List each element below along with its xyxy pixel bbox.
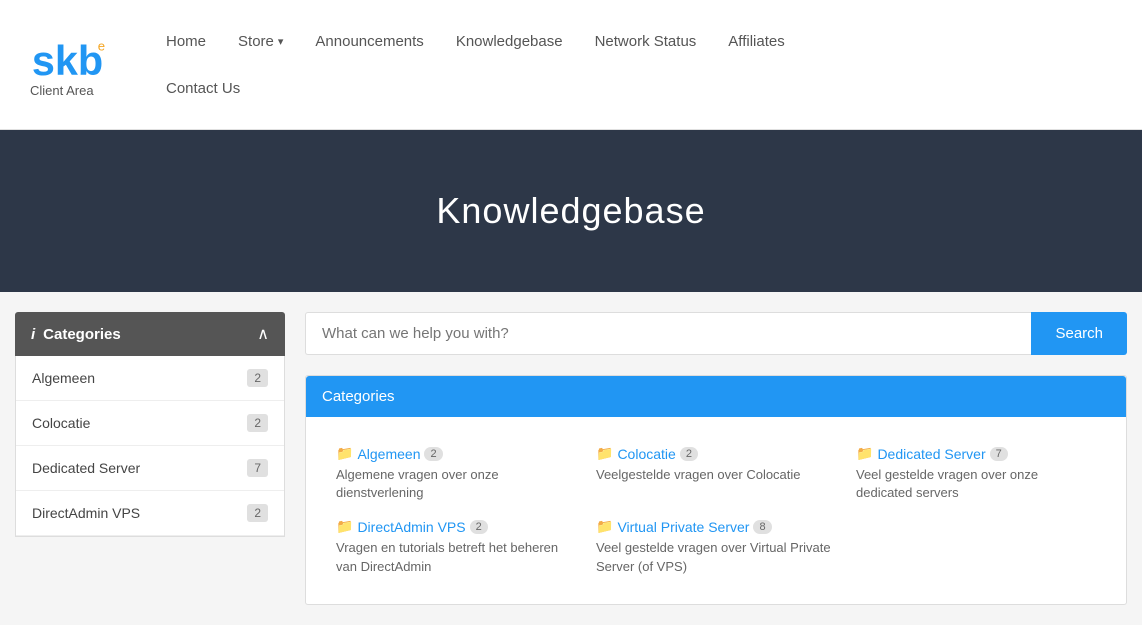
sidebar-item-label: Dedicated Server	[32, 460, 140, 476]
logo-svg: skb e	[30, 32, 110, 87]
sidebar-header: Categories	[15, 312, 285, 356]
categories-panel: Categories 📁 Algemeen 2 Algemene vragen …	[305, 375, 1127, 605]
svg-text:skb: skb	[32, 38, 103, 84]
category-card-directadmin-vps: 📁 DirectAdmin VPS 2 Vragen en tutorials …	[326, 510, 586, 583]
search-button[interactable]: Search	[1031, 312, 1127, 355]
logo-area: skb e Client Area	[30, 32, 110, 98]
category-name: DirectAdmin VPS	[357, 519, 465, 535]
category-badge: 8	[753, 520, 771, 534]
folder-icon: 📁	[336, 445, 353, 462]
category-title-directadmin-vps[interactable]: 📁 DirectAdmin VPS 2	[336, 518, 576, 535]
category-badge: 7	[990, 447, 1008, 461]
category-badge: 2	[680, 447, 698, 461]
category-title-vps[interactable]: 📁 Virtual Private Server 8	[596, 518, 836, 535]
navigation: Home Store Announcements Knowledgebase N…	[150, 23, 801, 107]
nav-network-status[interactable]: Network Status	[579, 23, 713, 60]
hero-title: Knowledgebase	[20, 190, 1122, 232]
nav-contact-us[interactable]: Contact Us	[150, 70, 256, 107]
category-title-algemeen[interactable]: 📁 Algemeen 2	[336, 445, 576, 462]
site-header: skb e Client Area Home Store Announcemen…	[0, 0, 1142, 130]
category-badge: 2	[470, 520, 488, 534]
category-name: Virtual Private Server	[617, 519, 749, 535]
sidebar-item-count: 2	[247, 504, 268, 522]
sidebar-item-label: DirectAdmin VPS	[32, 505, 140, 521]
category-badge: 2	[424, 447, 442, 461]
nav-knowledgebase[interactable]: Knowledgebase	[440, 23, 579, 60]
sidebar-item-count: 2	[247, 414, 268, 432]
category-description: Veelgestelde vragen over Colocatie	[596, 466, 836, 484]
category-title-dedicated-server[interactable]: 📁 Dedicated Server 7	[856, 445, 1096, 462]
sidebar-item-count: 2	[247, 369, 268, 387]
info-icon	[31, 326, 35, 343]
category-description: Vragen en tutorials betreft het beheren …	[336, 539, 576, 575]
categories-grid: 📁 Algemeen 2 Algemene vragen over onze d…	[306, 417, 1126, 604]
category-name: Dedicated Server	[877, 446, 985, 462]
search-box: Search	[305, 312, 1127, 355]
folder-icon: 📁	[856, 445, 873, 462]
sidebar-item-directadmin-vps[interactable]: DirectAdmin VPS 2	[16, 491, 284, 536]
folder-icon: 📁	[596, 518, 613, 535]
nav-bottom: Contact Us	[150, 70, 801, 107]
category-title-colocatie[interactable]: 📁 Colocatie 2	[596, 445, 836, 462]
sidebar: Categories Algemeen 2 Colocatie 2 Dedica…	[15, 312, 285, 605]
category-description: Algemene vragen over onze dienstverlenin…	[336, 466, 576, 502]
category-card-algemeen: 📁 Algemeen 2 Algemene vragen over onze d…	[326, 437, 586, 510]
nav-store[interactable]: Store	[222, 23, 299, 60]
folder-icon: 📁	[596, 445, 613, 462]
folder-icon: 📁	[336, 518, 353, 535]
sidebar-item-count: 7	[247, 459, 268, 477]
sidebar-title: Categories	[43, 326, 121, 343]
sidebar-collapse-icon[interactable]	[257, 324, 269, 344]
categories-header: Categories	[306, 376, 1126, 417]
main-content: Categories Algemeen 2 Colocatie 2 Dedica…	[0, 292, 1142, 625]
category-description: Veel gestelde vragen over onze dedicated…	[856, 466, 1096, 502]
category-card-colocatie: 📁 Colocatie 2 Veelgestelde vragen over C…	[586, 437, 846, 510]
sidebar-header-left: Categories	[31, 326, 121, 343]
nav-affiliates[interactable]: Affiliates	[712, 23, 800, 60]
sidebar-item-label: Colocatie	[32, 415, 90, 431]
nav-announcements[interactable]: Announcements	[299, 23, 439, 60]
sidebar-item-algemeen[interactable]: Algemeen 2	[16, 356, 284, 401]
category-name: Colocatie	[617, 446, 675, 462]
search-input[interactable]	[305, 312, 1031, 355]
client-area-label: Client Area	[30, 83, 110, 98]
nav-home[interactable]: Home	[150, 23, 222, 60]
category-card-dedicated-server: 📁 Dedicated Server 7 Veel gestelde vrage…	[846, 437, 1106, 510]
hero-banner: Knowledgebase	[0, 130, 1142, 292]
nav-top: Home Store Announcements Knowledgebase N…	[150, 23, 801, 60]
category-description: Veel gestelde vragen over Virtual Privat…	[596, 539, 836, 575]
sidebar-item-label: Algemeen	[32, 370, 95, 386]
category-card-vps: 📁 Virtual Private Server 8 Veel gestelde…	[586, 510, 846, 583]
sidebar-item-dedicated-server[interactable]: Dedicated Server 7	[16, 446, 284, 491]
right-panel: Search Categories 📁 Algemeen 2 Algemene …	[305, 312, 1127, 605]
category-name: Algemeen	[357, 446, 420, 462]
sidebar-items: Algemeen 2 Colocatie 2 Dedicated Server …	[15, 356, 285, 537]
sidebar-item-colocatie[interactable]: Colocatie 2	[16, 401, 284, 446]
svg-text:e: e	[98, 38, 105, 53]
